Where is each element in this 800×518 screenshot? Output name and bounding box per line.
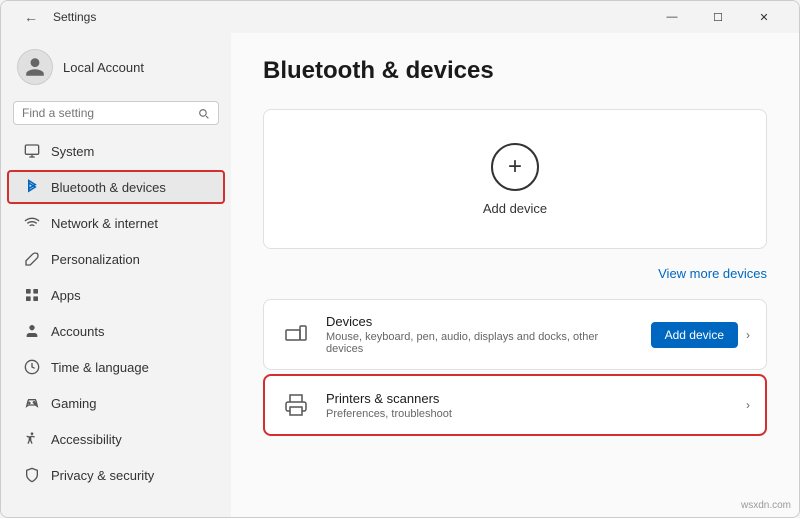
devices-row-content: Devices Mouse, keyboard, pen, audio, dis… (326, 314, 637, 355)
titlebar-left: ← Settings (17, 3, 96, 31)
bluetooth-icon (23, 178, 41, 196)
add-device-card: + Add device (263, 109, 767, 249)
sidebar-item-apps[interactable]: Apps (7, 278, 225, 312)
printers-row-subtitle: Preferences, troubleshoot (326, 408, 732, 420)
user-section: Local Account (1, 41, 231, 97)
sidebar-item-time-label: Time & language (51, 360, 149, 375)
shield-icon (23, 466, 41, 484)
sidebar-item-accounts[interactable]: Accounts (7, 314, 225, 348)
sidebar-item-privacy[interactable]: Privacy & security (7, 458, 225, 492)
main-layout: Local Account System (1, 33, 799, 517)
view-more-container: View more devices (263, 257, 767, 299)
sidebar-item-personalization-label: Personalization (51, 252, 140, 267)
watermark: wsxdn.com (741, 500, 791, 511)
view-more-link[interactable]: View more devices (658, 266, 767, 281)
devices-add-button[interactable]: Add device (651, 322, 738, 348)
sidebar-item-apps-label: Apps (51, 288, 81, 303)
window-controls: — ☐ ✕ (649, 1, 787, 33)
devices-row-actions: Add device › (651, 322, 750, 348)
clock-icon (23, 358, 41, 376)
person-icon (23, 322, 41, 340)
sidebar-item-network-label: Network & internet (51, 216, 158, 231)
search-input[interactable] (22, 106, 191, 120)
devices-row[interactable]: Devices Mouse, keyboard, pen, audio, dis… (263, 299, 767, 370)
devices-chevron-icon: › (746, 328, 750, 342)
palette-icon (23, 250, 41, 268)
printers-chevron-icon: › (746, 398, 750, 412)
settings-window: ← Settings — ☐ ✕ Local Account (0, 0, 800, 518)
page-title: Bluetooth & devices (263, 57, 767, 85)
sidebar-item-bluetooth-label: Bluetooth & devices (51, 180, 166, 195)
sidebar-item-system[interactable]: System (7, 134, 225, 168)
devices-row-icon (280, 319, 312, 351)
close-button[interactable]: ✕ (741, 1, 787, 33)
monitor-icon (23, 142, 41, 160)
apps-icon (23, 286, 41, 304)
gamepad-icon (23, 394, 41, 412)
sidebar-item-personalization[interactable]: Personalization (7, 242, 225, 276)
sidebar-item-gaming[interactable]: Gaming (7, 386, 225, 420)
sidebar: Local Account System (1, 33, 231, 517)
user-name: Local Account (63, 60, 144, 75)
sidebar-item-gaming-label: Gaming (51, 396, 97, 411)
titlebar: ← Settings — ☐ ✕ (1, 1, 799, 33)
content-area: Bluetooth & devices + Add device View mo… (231, 33, 799, 517)
sidebar-item-accounts-label: Accounts (51, 324, 104, 339)
printers-row-content: Printers & scanners Preferences, trouble… (326, 391, 732, 420)
avatar (17, 49, 53, 85)
printers-row[interactable]: Printers & scanners Preferences, trouble… (263, 374, 767, 436)
sidebar-item-network[interactable]: Network & internet (7, 206, 225, 240)
app-title: Settings (53, 10, 96, 24)
back-button[interactable]: ← (17, 3, 45, 31)
sidebar-item-bluetooth[interactable]: Bluetooth & devices (7, 170, 225, 204)
accessibility-icon (23, 430, 41, 448)
printers-row-icon (280, 389, 312, 421)
wifi-icon (23, 214, 41, 232)
sidebar-item-time[interactable]: Time & language (7, 350, 225, 384)
add-device-card-label: Add device (483, 201, 547, 216)
minimize-button[interactable]: — (649, 1, 695, 33)
devices-row-title: Devices (326, 314, 637, 329)
sidebar-item-accessibility[interactable]: Accessibility (7, 422, 225, 456)
add-device-circle-button[interactable]: + (491, 143, 539, 191)
devices-row-subtitle: Mouse, keyboard, pen, audio, displays an… (326, 331, 637, 355)
sidebar-item-system-label: System (51, 144, 94, 159)
maximize-button[interactable]: ☐ (695, 1, 741, 33)
search-icon (197, 107, 210, 120)
printers-row-actions: › (746, 398, 750, 412)
search-box[interactable] (13, 101, 219, 125)
sidebar-item-accessibility-label: Accessibility (51, 432, 122, 447)
printers-row-title: Printers & scanners (326, 391, 732, 406)
sidebar-item-privacy-label: Privacy & security (51, 468, 154, 483)
